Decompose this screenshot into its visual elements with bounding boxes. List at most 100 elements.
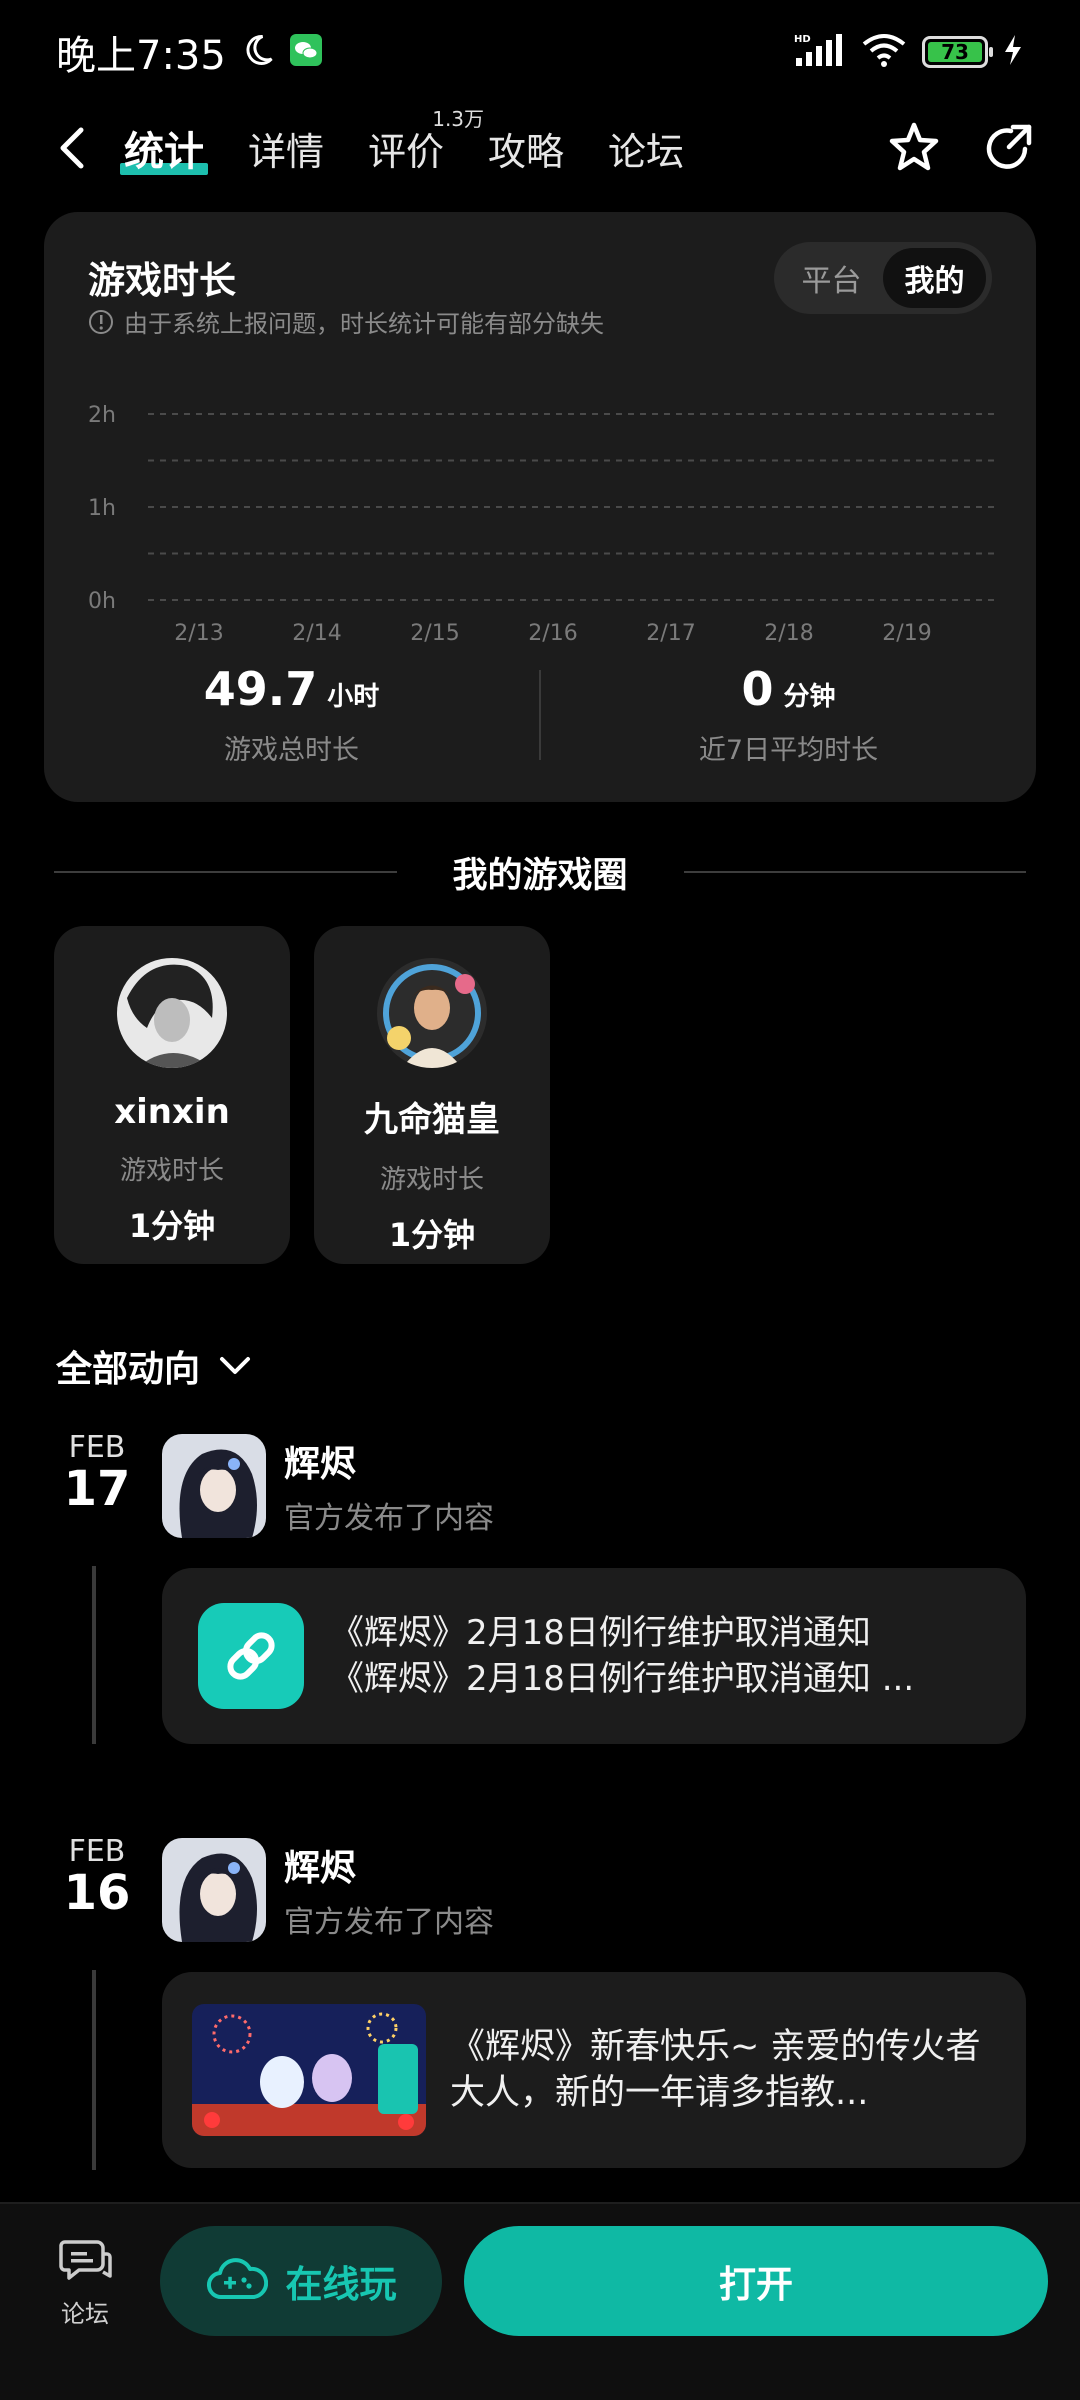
friend-card[interactable]: 九命猫皇 游戏时长 1分钟 bbox=[314, 926, 550, 1264]
wechat-icon bbox=[289, 34, 322, 70]
post-header[interactable]: 辉烬 官方发布了内容 bbox=[162, 1434, 494, 1538]
post-excerpt: 《辉烬》2月18日例行维护取消通知 ... bbox=[330, 1659, 915, 1699]
tab-reviews[interactable]: 评价 1.3万 bbox=[368, 107, 484, 176]
cloud-play-button[interactable]: 在线玩 bbox=[160, 2226, 442, 2336]
post-day: 16 bbox=[63, 1865, 131, 1921]
playtime-summary: 49.7 小时 游戏总时长 0 分钟 近7日平均时长 bbox=[44, 662, 1036, 782]
playtime-chart: 0h 1h 2h 2/13 2/14 2/15 2/16 2/17 2/18 2/19 bbox=[88, 378, 1008, 646]
battery-level: 73 bbox=[928, 40, 982, 64]
game-circle-header: 我的游戏圈 bbox=[54, 842, 1027, 902]
post-title: 《辉烬》2月18日例行维护取消通知 bbox=[330, 1613, 871, 1653]
average-playtime-value: 0 bbox=[741, 662, 774, 716]
friend-stat-value: 1分钟 bbox=[388, 1216, 476, 1254]
post-date: FEB 17 bbox=[62, 1430, 132, 1517]
toggle-platform[interactable]: 平台 bbox=[780, 248, 883, 308]
post-thumbnail bbox=[192, 2004, 426, 2136]
friend-name: xinxin bbox=[114, 1092, 230, 1132]
post-excerpt: 《辉烬》新春快乐~ 亲爱的传火者大人，新的一年请多指教... bbox=[450, 2027, 981, 2113]
post-header[interactable]: 辉烬 官方发布了内容 bbox=[162, 1838, 494, 1942]
cloud-play-label: 在线玩 bbox=[285, 2263, 397, 2306]
chart-y-tick: 2h bbox=[88, 403, 116, 428]
post-card[interactable]: 《辉烬》2月18日例行维护取消通知 《辉烬》2月18日例行维护取消通知 ... bbox=[162, 1568, 1026, 1744]
chart-y-tick: 0h bbox=[88, 589, 116, 614]
share-icon bbox=[986, 124, 1032, 169]
tab-details[interactable]: 详情 bbox=[248, 121, 324, 176]
status-time: 晚上7:35 bbox=[56, 33, 226, 79]
post-author: 辉烬 bbox=[284, 1848, 357, 1889]
forum-label: 论坛 bbox=[61, 2300, 109, 2328]
average-playtime: 0 分钟 近7日平均时长 bbox=[541, 662, 1036, 782]
chart-x-tick: 2/19 bbox=[882, 621, 931, 646]
average-playtime-label: 近7日平均时长 bbox=[698, 735, 879, 766]
chart-y-tick: 1h bbox=[88, 496, 116, 521]
chart-x-tick: 2/14 bbox=[292, 621, 341, 646]
open-game-label: 打开 bbox=[719, 2263, 793, 2306]
tab-statistics[interactable]: 统计 bbox=[120, 119, 208, 177]
average-playtime-unit: 分钟 bbox=[783, 682, 836, 712]
post-month: FEB bbox=[68, 1834, 126, 1869]
wifi-icon bbox=[860, 32, 908, 72]
post-month: FEB bbox=[68, 1430, 126, 1465]
timeline-line bbox=[92, 1970, 96, 2170]
tab-forum[interactable]: 论坛 bbox=[608, 121, 684, 176]
cloud-gamepad-icon bbox=[206, 2258, 268, 2300]
chart-x-tick: 2/18 bbox=[764, 621, 813, 646]
chart-x-tick: 2/17 bbox=[646, 621, 695, 646]
post-card[interactable]: 《辉烬》新春快乐~ 亲爱的传火者大人，新的一年请多指教... bbox=[162, 1972, 1026, 2168]
playtime-chart-svg: 0h 1h 2h 2/13 2/14 2/15 2/16 2/17 2/18 2/19 bbox=[88, 403, 994, 646]
open-game-button[interactable]: 打开 bbox=[464, 2226, 1048, 2336]
post-action: 官方发布了内容 bbox=[284, 1501, 494, 1536]
chart-x-tick: 2/16 bbox=[528, 621, 577, 646]
post-day: 17 bbox=[63, 1461, 131, 1517]
moon-icon bbox=[240, 32, 276, 72]
friend-list: xinxin 游戏时长 1分钟 九命猫皇 游戏时长 1分钟 bbox=[54, 926, 550, 1264]
charging-icon bbox=[1002, 33, 1024, 71]
avatar bbox=[377, 958, 487, 1068]
favorite-button[interactable] bbox=[882, 116, 946, 180]
friend-name: 九命猫皇 bbox=[364, 1100, 500, 1140]
star-icon bbox=[889, 122, 939, 171]
tab-guides[interactable]: 攻略 bbox=[488, 121, 564, 176]
data-source-toggle: 平台 我的 bbox=[774, 242, 992, 314]
total-playtime-value: 49.7 bbox=[203, 662, 318, 716]
game-icon bbox=[162, 1434, 266, 1538]
network-type: HD bbox=[794, 34, 811, 45]
review-count-badge: 1.3万 bbox=[432, 106, 485, 131]
friend-stat-label: 游戏时长 bbox=[379, 1165, 484, 1195]
card-note: 由于系统上报问题，时长统计可能有部分缺失 bbox=[88, 304, 604, 339]
playtime-card: 游戏时长 由于系统上报问题，时长统计可能有部分缺失 平台 我的 0h 1h 2h 2/… bbox=[44, 212, 1036, 802]
friend-stat-value: 1分钟 bbox=[128, 1207, 216, 1245]
section-title: 我的游戏圈 bbox=[452, 855, 628, 896]
bottom-action-bar: 论坛 在线玩 打开 bbox=[0, 2202, 1080, 2400]
friend-card[interactable]: xinxin 游戏时长 1分钟 bbox=[54, 926, 290, 1264]
post-action: 官方发布了内容 bbox=[284, 1905, 494, 1940]
game-icon bbox=[162, 1838, 266, 1942]
post-author: 辉烬 bbox=[284, 1444, 357, 1485]
share-button[interactable] bbox=[976, 116, 1040, 180]
total-playtime: 49.7 小时 游戏总时长 bbox=[44, 662, 539, 782]
post-date: FEB 16 bbox=[62, 1834, 132, 1921]
card-note-text: 由于系统上报问题，时长统计可能有部分缺失 bbox=[124, 310, 604, 338]
back-button[interactable] bbox=[40, 116, 104, 180]
total-playtime-unit: 小时 bbox=[327, 682, 380, 712]
card-title: 游戏时长 bbox=[88, 259, 236, 302]
info-icon bbox=[89, 309, 113, 334]
total-playtime-label: 游戏总时长 bbox=[224, 735, 359, 766]
divider bbox=[683, 871, 1027, 873]
activity-filter[interactable]: 全部动向 bbox=[56, 1340, 252, 1392]
chart-x-tick: 2/13 bbox=[174, 621, 223, 646]
status-bar: 晚上7:35 HD 73 bbox=[0, 0, 1080, 104]
friend-stat-label: 游戏时长 bbox=[119, 1156, 224, 1186]
signal-icon: HD bbox=[792, 32, 846, 72]
tab-reviews-label: 评价 bbox=[368, 129, 445, 174]
divider bbox=[54, 871, 397, 873]
avatar bbox=[117, 958, 227, 1068]
top-navigation: 统计 详情 评价 1.3万 攻略 论坛 bbox=[0, 104, 1080, 192]
chevron-left-icon bbox=[60, 127, 84, 169]
chart-x-tick: 2/15 bbox=[410, 621, 459, 646]
battery-indicator: 73 bbox=[922, 36, 993, 68]
tab-bar: 统计 详情 评价 1.3万 攻略 论坛 bbox=[120, 107, 684, 177]
toggle-mine[interactable]: 我的 bbox=[883, 248, 986, 308]
timeline-line bbox=[92, 1566, 96, 1744]
forum-button[interactable]: 论坛 bbox=[40, 2232, 130, 2342]
